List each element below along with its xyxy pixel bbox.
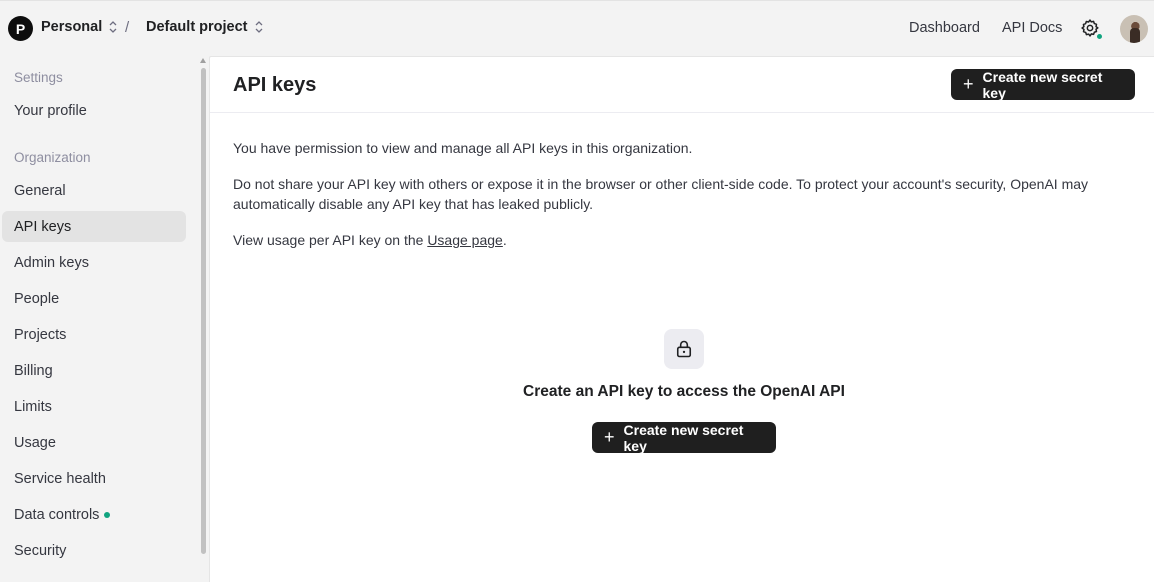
usage-text: View usage per API key on the Usage page… [233, 230, 1113, 250]
sidebar-item-security[interactable]: Security [2, 535, 186, 566]
settings-heading: Settings [14, 70, 63, 85]
user-avatar[interactable] [1120, 15, 1148, 43]
settings-button[interactable] [1080, 18, 1103, 40]
sidebar-item-limits[interactable]: Limits [2, 391, 186, 422]
sidebar-item-your-profile[interactable]: Your profile [2, 95, 186, 126]
usage-suffix: . [502, 232, 507, 248]
empty-state-icon-box [664, 329, 704, 369]
dashboard-link[interactable]: Dashboard [909, 20, 980, 36]
sidebar-item-people[interactable]: People [2, 283, 186, 314]
status-dot [1096, 33, 1103, 40]
sidebar-item-label: General [14, 182, 66, 199]
sidebar-item-label: Your profile [14, 102, 87, 119]
sidebar-item-usage[interactable]: Usage [2, 427, 186, 458]
warning-text: Do not share your API key with others or… [233, 176, 1089, 212]
create-secret-key-button[interactable]: + Create new secret key [951, 68, 1135, 101]
sidebar-item-label: Usage [14, 434, 56, 451]
sidebar-item-label: Service health [14, 470, 106, 487]
sidebar-item-general[interactable]: General [2, 175, 186, 206]
sidebar-item-label: Admin keys [14, 254, 89, 271]
chevron-up-down-icon [109, 21, 117, 33]
sidebar-item-projects[interactable]: Projects [2, 319, 186, 350]
permission-text: You have permission to view and manage a… [233, 140, 693, 156]
sidebar-item-label: API keys [14, 218, 72, 235]
sidebar-item-api-keys[interactable]: API keys [2, 211, 186, 242]
sidebar-item-label: Security [14, 542, 67, 559]
org-avatar[interactable]: P [8, 16, 33, 41]
sidebar-item-label: Projects [14, 326, 67, 343]
status-dot [104, 511, 111, 518]
plus-icon: + [604, 426, 615, 447]
sidebar-item-data-controls[interactable]: Data controls [2, 499, 186, 530]
top-bar: P Personal / Default project Dashboard A… [0, 0, 1154, 56]
sidebar-item-label: Limits [14, 398, 52, 415]
project-switcher[interactable]: Default project [146, 19, 264, 35]
org-switcher[interactable]: Personal [41, 19, 118, 35]
sidebar-scrollbar[interactable] [200, 56, 208, 582]
main-panel: API keys + Create new secret key You hav… [209, 56, 1154, 582]
api-docs-link[interactable]: API Docs [1002, 20, 1062, 36]
create-secret-key-button-empty[interactable]: + Create new secret key [592, 421, 776, 454]
organization-heading: Organization [14, 150, 91, 165]
sidebar-item-label: People [14, 290, 60, 307]
button-label: Create new secret key [982, 68, 1103, 101]
sidebar: Settings Your profile Organization Gener… [0, 56, 208, 582]
breadcrumb-separator: / [125, 19, 130, 36]
scroll-thumb[interactable] [201, 68, 206, 554]
lock-icon [676, 340, 692, 358]
usage-page-link[interactable]: Usage page [427, 232, 503, 248]
scroll-up-arrow-icon[interactable] [200, 58, 206, 63]
sidebar-item-label: Billing [14, 362, 53, 379]
button-label: Create new secret key [623, 421, 744, 454]
sidebar-item-label: Data controls [14, 506, 100, 523]
page-header: API keys + Create new secret key [210, 57, 1154, 113]
sidebar-item-admin-keys[interactable]: Admin keys [2, 247, 186, 278]
plus-icon: + [963, 73, 974, 94]
page-title: API keys [233, 74, 317, 96]
empty-state-title: Create an API key to access the OpenAI A… [523, 383, 845, 400]
usage-prefix: View usage per API key on the [233, 232, 428, 248]
chevron-up-down-icon [255, 21, 262, 33]
sidebar-item-service-health[interactable]: Service health [2, 463, 186, 494]
sidebar-item-billing[interactable]: Billing [2, 355, 186, 386]
org-name: Personal [41, 19, 103, 35]
project-name: Default project [146, 19, 248, 35]
